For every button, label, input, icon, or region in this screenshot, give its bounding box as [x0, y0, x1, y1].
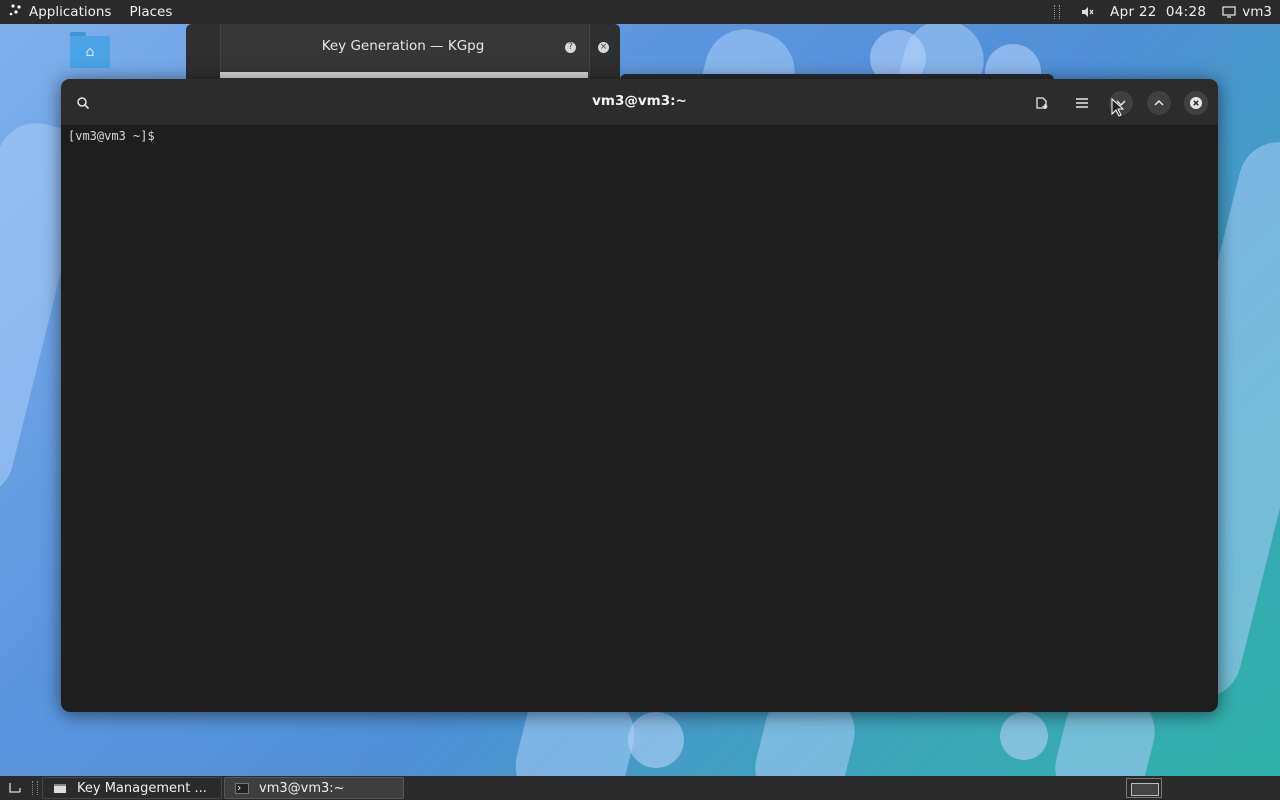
shell-prompt: [vm3@vm3 ~]$ [68, 129, 155, 143]
show-desktop-icon[interactable] [0, 776, 30, 800]
clock[interactable]: Apr 22 04:28 [1110, 4, 1206, 20]
hamburger-menu-icon[interactable] [1070, 91, 1094, 115]
user-label: vm3 [1242, 4, 1272, 20]
applications-label: Applications [29, 4, 112, 20]
places-label: Places [129, 4, 173, 20]
mouse-cursor-icon [1111, 97, 1125, 118]
bottom-taskbar: Key Management ... vm3@vm3:~ [0, 776, 1280, 800]
volume-muted-icon[interactable] [1080, 5, 1094, 19]
monitor-icon [1222, 6, 1236, 18]
taskbar-grip[interactable] [32, 781, 38, 795]
places-menu[interactable]: Places [120, 0, 181, 24]
terminal-window[interactable]: vm3@vm3:~ [vm3@vm3 ~]$ [61, 79, 1218, 712]
taskbar-item-label: vm3@vm3:~ [259, 780, 345, 796]
close-button[interactable] [1184, 91, 1208, 115]
panel-separator [1054, 5, 1061, 19]
user-menu[interactable]: vm3 [1222, 4, 1272, 20]
taskbar-item-label: Key Management ... [77, 780, 207, 796]
taskbar-item-key-management[interactable]: Key Management ... [42, 777, 222, 799]
top-panel: Applications Places Apr 22 04:28 vm3 [0, 0, 1280, 24]
window-icon [53, 783, 67, 794]
applications-icon [9, 3, 23, 21]
workspace-switcher[interactable] [1126, 778, 1162, 798]
new-tab-icon[interactable] [1030, 91, 1054, 115]
help-icon[interactable]: ? [565, 42, 576, 53]
home-folder-icon[interactable]: ⌂ [70, 32, 110, 70]
taskbar-item-terminal[interactable]: vm3@vm3:~ [224, 777, 404, 799]
applications-menu[interactable]: Applications [0, 0, 120, 24]
terminal-header-bar: vm3@vm3:~ [61, 79, 1218, 126]
maximize-button[interactable] [1147, 91, 1171, 115]
dialog-content-edge [220, 72, 588, 78]
terminal-output[interactable]: [vm3@vm3 ~]$ [68, 129, 155, 143]
terminal-icon [235, 782, 249, 794]
key-generation-title: Key Generation — KGpg [321, 38, 485, 54]
close-icon[interactable]: × [598, 42, 609, 53]
